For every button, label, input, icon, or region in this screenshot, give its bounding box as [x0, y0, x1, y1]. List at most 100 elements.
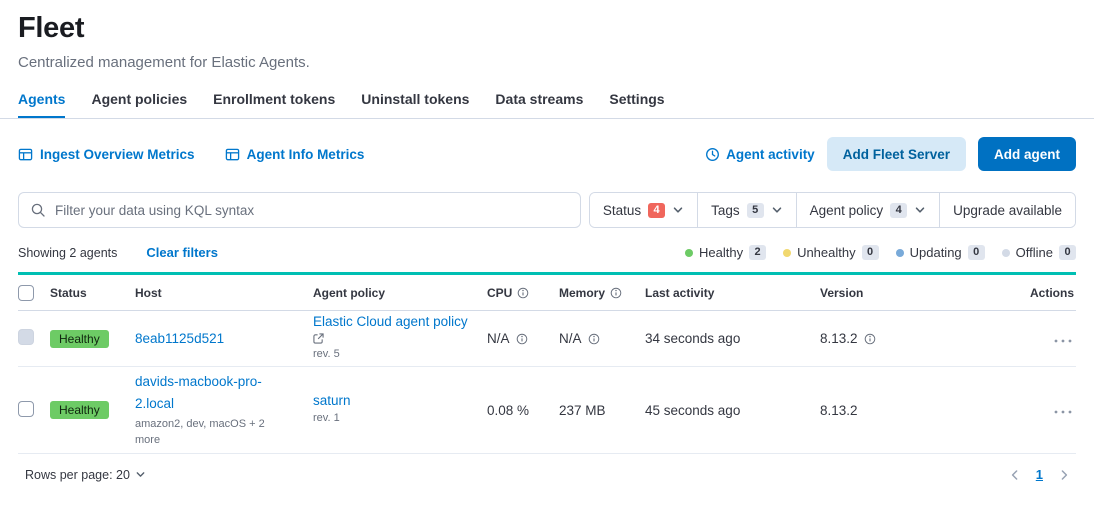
version-value: 8.13.2	[820, 331, 858, 346]
agent-policy-link[interactable]: Elastic Cloud agent policy	[313, 314, 468, 329]
host-link[interactable]: davids-macbook-pro-2.local	[135, 371, 285, 414]
filter-upgrade-available-label: Upgrade available	[953, 203, 1062, 218]
kql-search-box[interactable]	[18, 192, 581, 228]
unhealthy-dot-icon	[783, 249, 791, 257]
add-fleet-server-button[interactable]: Add Fleet Server	[827, 137, 966, 171]
info-icon[interactable]	[610, 287, 622, 299]
ingest-overview-metrics-link[interactable]: Ingest Overview Metrics	[18, 147, 195, 162]
legend-offline-count: 0	[1059, 245, 1076, 260]
status-legend: Healthy 2 Unhealthy 0 Updating 0 Offline…	[685, 245, 1076, 260]
header-status: Status	[50, 286, 135, 300]
chevron-left-icon	[1009, 469, 1021, 481]
legend-unhealthy-count: 0	[862, 245, 879, 260]
legend-offline-label: Offline	[1016, 245, 1053, 260]
metrics-table-icon	[18, 147, 33, 162]
host-link[interactable]: 8eab1125d521	[135, 331, 305, 346]
info-icon[interactable]	[864, 333, 876, 345]
header-host: Host	[135, 286, 313, 300]
pagination: 1	[1009, 467, 1070, 482]
previous-page-button[interactable]	[1009, 469, 1021, 481]
table-footer: Rows per page: 20 1	[0, 467, 1094, 482]
legend-updating-label: Updating	[910, 245, 962, 260]
agent-info-metrics-label: Agent Info Metrics	[247, 147, 365, 162]
cpu-value: 0.08 %	[487, 403, 559, 418]
tab-settings[interactable]: Settings	[609, 91, 664, 118]
tab-enrollment-tokens[interactable]: Enrollment tokens	[213, 91, 335, 118]
updating-dot-icon	[896, 249, 904, 257]
header-last-activity: Last activity	[645, 286, 820, 300]
memory-value: N/A	[559, 331, 582, 346]
healthy-dot-icon	[685, 249, 693, 257]
filter-status-label: Status	[603, 203, 641, 218]
tab-data-streams[interactable]: Data streams	[495, 91, 583, 118]
chevron-down-icon	[672, 204, 684, 216]
header-version: Version	[820, 286, 1000, 300]
last-activity-value: 45 seconds ago	[645, 403, 820, 418]
agent-row: Healthy 8eab1125d521 Elastic Cloud agent…	[18, 311, 1076, 367]
policy-revision: rev. 5	[313, 347, 479, 363]
filter-agent-policy-label: Agent policy	[810, 203, 884, 218]
tab-agents[interactable]: Agents	[18, 91, 65, 118]
host-tags: amazon2, dev, macOS + 2 more	[135, 417, 275, 449]
agents-table: Status Host Agent policy CPU Memory Last…	[18, 275, 1076, 454]
info-icon[interactable]	[516, 333, 528, 345]
page-1-button[interactable]: 1	[1036, 467, 1043, 482]
legend-unhealthy: Unhealthy 0	[783, 245, 879, 260]
filter-tags-button[interactable]: Tags 5	[697, 193, 796, 227]
status-badge: Healthy	[50, 330, 109, 348]
filter-status-button[interactable]: Status 4	[590, 193, 697, 227]
tab-agent-policies[interactable]: Agent policies	[91, 91, 187, 118]
last-activity-value: 34 seconds ago	[645, 331, 820, 346]
select-all-checkbox[interactable]	[18, 285, 34, 301]
header-cpu: CPU	[487, 286, 559, 300]
tab-uninstall-tokens[interactable]: Uninstall tokens	[361, 91, 469, 118]
chevron-down-icon	[135, 469, 146, 480]
rows-per-page-label: Rows per page: 20	[25, 468, 130, 482]
summary-row: Showing 2 agents Clear filters Healthy 2…	[0, 245, 1094, 260]
rows-per-page-button[interactable]: Rows per page: 20	[25, 468, 146, 482]
next-page-button[interactable]	[1058, 469, 1070, 481]
row-actions-button[interactable]	[1052, 406, 1074, 418]
agent-policy-link[interactable]: saturn	[313, 393, 351, 408]
agent-row: Healthy davids-macbook-pro-2.local amazo…	[18, 367, 1076, 454]
external-link-icon[interactable]	[313, 333, 324, 344]
clear-filters-link[interactable]: Clear filters	[146, 245, 218, 260]
fleet-tabs: Agents Agent policies Enrollment tokens …	[18, 91, 1076, 118]
offline-dot-icon	[1002, 249, 1010, 257]
toolbar: Ingest Overview Metrics Agent Info Metri…	[0, 137, 1094, 171]
header-actions: Actions	[1030, 286, 1076, 300]
filter-upgrade-available-button[interactable]: Upgrade available	[939, 193, 1075, 227]
kql-search-input[interactable]	[55, 203, 569, 218]
clock-icon	[705, 147, 720, 162]
filter-tags-count-badge: 5	[747, 203, 764, 218]
page-header: Fleet Centralized management for Elastic…	[0, 0, 1094, 118]
filter-tags-label: Tags	[711, 203, 740, 218]
page-title: Fleet	[18, 0, 1076, 45]
metrics-table-icon	[225, 147, 240, 162]
ellipsis-icon	[1054, 339, 1072, 343]
header-agent-policy: Agent policy	[313, 286, 487, 300]
filter-status-count-badge: 4	[648, 203, 665, 218]
add-agent-button[interactable]: Add agent	[978, 137, 1076, 171]
info-icon[interactable]	[517, 287, 529, 299]
cpu-value: N/A	[487, 331, 510, 346]
header-memory: Memory	[559, 286, 645, 300]
legend-offline: Offline 0	[1002, 245, 1076, 260]
chevron-right-icon	[1058, 469, 1070, 481]
agent-activity-link[interactable]: Agent activity	[705, 147, 815, 162]
info-icon[interactable]	[588, 333, 600, 345]
agent-info-metrics-link[interactable]: Agent Info Metrics	[225, 147, 365, 162]
ingest-overview-metrics-label: Ingest Overview Metrics	[40, 147, 195, 162]
chevron-down-icon	[914, 204, 926, 216]
memory-value: 237 MB	[559, 403, 645, 418]
agent-activity-label: Agent activity	[726, 147, 815, 162]
legend-healthy-label: Healthy	[699, 245, 743, 260]
row-checkbox[interactable]	[18, 401, 34, 417]
legend-unhealthy-label: Unhealthy	[797, 245, 856, 260]
search-icon	[30, 202, 46, 218]
row-actions-button[interactable]	[1052, 335, 1074, 347]
legend-updating-count: 0	[968, 245, 985, 260]
filter-agent-policy-button[interactable]: Agent policy 4	[796, 193, 940, 227]
ellipsis-icon	[1054, 410, 1072, 414]
version-value: 8.13.2	[820, 403, 1000, 418]
